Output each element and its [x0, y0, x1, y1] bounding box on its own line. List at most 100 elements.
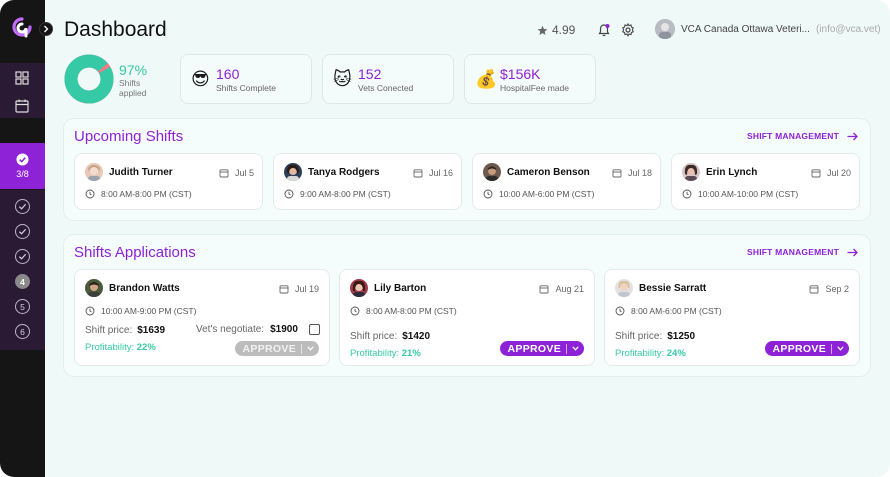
shift-date: Jul 16	[413, 168, 453, 178]
negotiate-label: Vet's negotiate:	[196, 324, 265, 335]
shift-time: 10:00 AM-6:00 PM (CST)	[483, 189, 594, 199]
clock-icon	[615, 306, 625, 316]
logo-icon[interactable]	[12, 17, 32, 39]
shift-price: Shift price: $1420	[350, 331, 430, 342]
avatar	[615, 279, 633, 297]
avatar	[284, 163, 302, 181]
clinic-avatar	[655, 19, 675, 39]
shift-date-text: Sep 2	[825, 284, 849, 294]
vet-negotiate: Vet's negotiate: $1900	[196, 324, 320, 335]
clock-icon	[284, 189, 294, 199]
approve-button[interactable]: APPROVE	[499, 341, 584, 356]
shift-time-text: 10:00 AM-6:00 PM (CST)	[499, 189, 595, 199]
shift-time-text: 8:00 AM-6:00 PM (CST)	[631, 306, 722, 316]
person: Judith Turner	[85, 163, 173, 181]
person-name: Cameron Benson	[507, 166, 590, 178]
step-3-done[interactable]	[15, 249, 30, 264]
shift-price: Shift price: $1639	[85, 325, 165, 336]
stat-card-vets-connected: 🐱 152 Vets Conected	[322, 54, 454, 104]
clock-icon	[350, 306, 360, 316]
notification-bell-icon[interactable]	[597, 23, 611, 37]
shift-management-link[interactable]: SHIFT MANAGEMENT	[747, 131, 858, 141]
shift-time-text: 8:00 AM-8:00 PM (CST)	[366, 306, 457, 316]
person-name: Tanya Rodgers	[308, 166, 380, 178]
clock-icon	[682, 189, 692, 199]
chevron-down-icon[interactable]	[837, 346, 844, 351]
shift-date: Jul 19	[279, 284, 319, 294]
dashboard-grid-icon[interactable]	[14, 70, 30, 86]
approve-button[interactable]: APPROVE	[234, 341, 319, 356]
nav-item-active-step[interactable]: 3/8	[0, 143, 45, 189]
step-6[interactable]: 6	[15, 324, 30, 339]
shift-time: 8:00 AM-6:00 PM (CST)	[615, 306, 722, 316]
shift-price-label: Shift price:	[615, 331, 663, 342]
chevron-down-icon[interactable]	[307, 346, 314, 351]
profitability-label: Profitability:	[350, 348, 400, 359]
check-icon	[18, 253, 27, 260]
shift-time: 8:00 AM-8:00 PM (CST)	[350, 306, 457, 316]
shift-date: Jul 18	[612, 168, 652, 178]
cat-emoji-icon: 🐱	[333, 69, 352, 89]
stat-card-shifts-complete: 😎 160 Shifts Complete	[180, 54, 312, 104]
profitability-value: 24%	[666, 348, 686, 359]
approve-button[interactable]: APPROVE	[764, 341, 849, 356]
shift-date: Sep 2	[809, 284, 849, 294]
person: Tanya Rodgers	[284, 163, 380, 181]
shift-time: 10:00 AM-10:00 PM (CST)	[682, 189, 798, 199]
shift-time-text: 10:00 AM-9:00 PM (CST)	[101, 306, 197, 316]
profitability-label: Profitability:	[85, 342, 135, 353]
donut-label-1: Shifts	[119, 78, 141, 88]
chevron-right-icon	[44, 25, 49, 33]
settings-gear-icon[interactable]	[621, 23, 635, 37]
sidebar-toggle-button[interactable]	[39, 22, 53, 36]
rating: 4.99	[537, 23, 575, 37]
shift-date-text: Jul 20	[826, 168, 851, 178]
profitability-label: Profitability:	[615, 348, 665, 359]
shift-time-text: 10:00 AM-10:00 PM (CST)	[698, 189, 799, 199]
person-name: Lily Barton	[374, 282, 427, 294]
avatar	[483, 163, 501, 181]
shift-management-link[interactable]: SHIFT MANAGEMENT	[747, 247, 858, 257]
stat-label: Shifts Complete	[216, 83, 276, 93]
stat-value: 160	[216, 66, 240, 82]
person-name: Judith Turner	[109, 166, 173, 178]
step-1-done[interactable]	[15, 199, 30, 214]
shift-date-text: Jul 5	[234, 168, 254, 178]
donut-value-arc	[64, 54, 114, 104]
person-name: Erin Lynch	[706, 166, 758, 178]
check-circle-icon	[16, 153, 29, 166]
negotiate-checkbox[interactable]	[308, 324, 320, 335]
shift-price-value: $1639	[137, 325, 166, 336]
nav-group-main	[0, 63, 45, 118]
shift-time: 10:00 AM-9:00 PM (CST)	[85, 306, 196, 316]
step-2-done[interactable]	[15, 224, 30, 239]
shift-time: 8:00 AM-8:00 PM (CST)	[85, 189, 192, 199]
donut-label-2: applied	[119, 88, 147, 98]
sidebar: 3/8 4 5 6	[0, 0, 45, 477]
avatar-image-icon	[655, 19, 675, 39]
application-card: Bessie Sarratt Sep 2 8:00 AM-6:00 PM (CS…	[604, 269, 860, 366]
profitability: Profitability: 24%	[615, 348, 686, 359]
profitability-value: 22%	[136, 342, 156, 353]
upcoming-shift-card[interactable]: Judith Turner Jul 5 8:00 AM-8:00 PM (CST…	[74, 153, 263, 210]
calendar-icon	[612, 169, 622, 178]
upcoming-shift-card[interactable]: Cameron Benson Jul 18 10:00 AM-6:00 PM (…	[472, 153, 661, 210]
chevron-down-icon[interactable]	[572, 346, 579, 351]
app-frame: 3/8 4 5 6 Dashboard 4.99 VCA Canada Otta…	[0, 0, 890, 477]
step-4-current[interactable]: 4	[15, 274, 30, 289]
shift-price-label: Shift price:	[350, 331, 398, 342]
account-menu[interactable]: VCA Canada Ottawa Veteri... (info@vca.ve…	[655, 19, 881, 39]
avatar	[85, 279, 103, 297]
clinic-email: (info@vca.vet)	[815, 23, 881, 35]
rating-value: 4.99	[552, 23, 576, 37]
step-5[interactable]: 5	[15, 299, 30, 314]
shift-date: Aug 21	[539, 284, 584, 294]
calendar-icon[interactable]	[14, 98, 30, 114]
step-progress: 3/8	[16, 169, 29, 179]
shift-date-text: Jul 19	[294, 284, 319, 294]
arrow-right-icon	[847, 248, 858, 256]
upcoming-shift-card[interactable]: Erin Lynch Jul 20 10:00 AM-10:00 PM (CST…	[671, 153, 860, 210]
upcoming-shift-card[interactable]: Tanya Rodgers Jul 16 9:00 AM-8:00 PM (CS…	[273, 153, 462, 210]
calendar-icon	[811, 169, 821, 178]
avatar	[350, 279, 368, 297]
